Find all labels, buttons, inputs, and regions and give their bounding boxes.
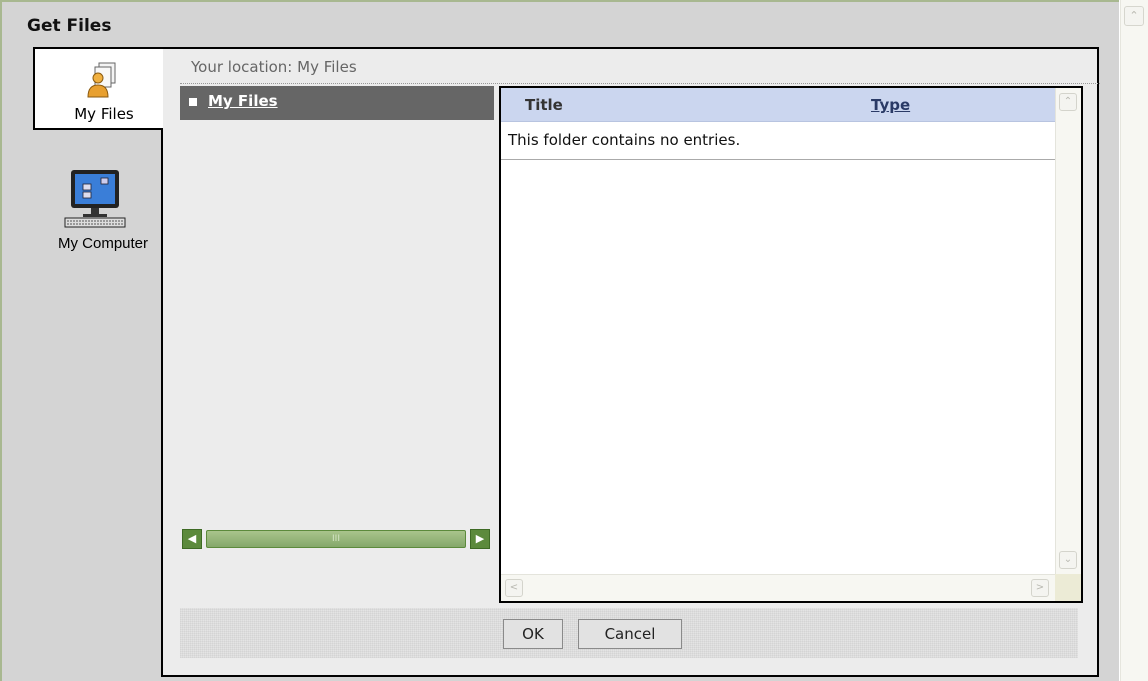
tree-item-label[interactable]: My Files <box>208 92 278 110</box>
dialog-title: Get Files <box>27 16 112 36</box>
scroll-up-icon[interactable]: ⌃ <box>1124 6 1144 26</box>
column-header-title: Title <box>525 96 563 114</box>
empty-message: This folder contains no entries. <box>501 122 1055 160</box>
ok-button[interactable]: OK <box>503 619 563 649</box>
list-horizontal-scrollbar[interactable]: < > <box>501 574 1055 601</box>
tab-my-files[interactable]: My Files <box>33 47 163 130</box>
user-files-icon <box>87 62 116 98</box>
scroll-down-icon[interactable]: ⌄ <box>1059 551 1077 569</box>
list-header: Title Type <box>501 88 1055 122</box>
cancel-button[interactable]: Cancel <box>578 619 682 649</box>
bullet-icon <box>189 98 197 106</box>
scroll-up-icon[interactable]: ⌃ <box>1059 93 1077 111</box>
column-header-type[interactable]: Type <box>871 96 910 114</box>
tab-my-computer[interactable]: My Computer <box>33 160 161 270</box>
scroll-corner <box>1055 574 1081 601</box>
list-vertical-scrollbar[interactable]: ⌃ ⌄ <box>1055 88 1081 574</box>
chevron-right-icon[interactable]: ▶ <box>470 529 490 549</box>
scroll-right-icon[interactable]: > <box>1031 579 1049 597</box>
tree-item-my-files[interactable]: My Files <box>180 86 494 120</box>
computer-icon <box>64 170 126 228</box>
tab-label: My Computer <box>57 235 149 252</box>
page-scrollbar[interactable]: ⌃ <box>1120 0 1148 681</box>
scroll-left-icon[interactable]: < <box>505 579 523 597</box>
location-breadcrumb: Your location: My Files <box>191 58 357 76</box>
divider <box>180 83 1100 84</box>
scroll-thumb[interactable]: III <box>206 530 466 548</box>
chevron-left-icon[interactable]: ◀ <box>182 529 202 549</box>
tab-label: My Files <box>74 105 134 123</box>
tree-horizontal-scrollbar[interactable]: ◀ III ▶ <box>182 529 492 549</box>
file-list: Title Type This folder contains no entri… <box>499 86 1083 603</box>
